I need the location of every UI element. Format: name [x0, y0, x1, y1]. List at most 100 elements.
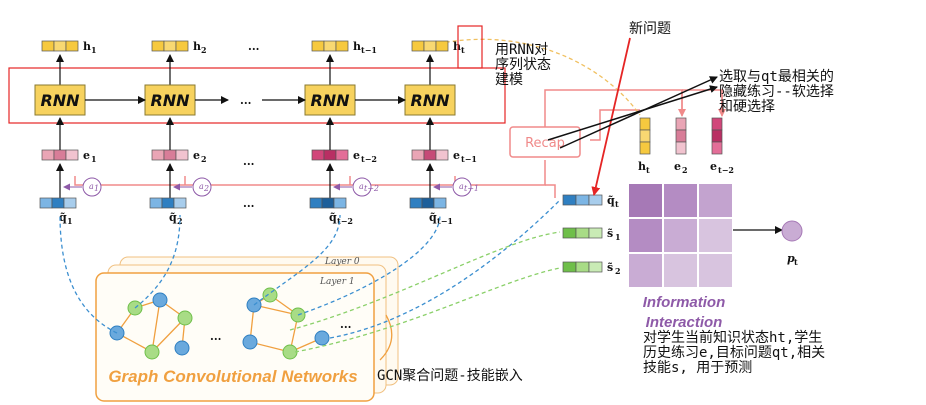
- interaction-side-vector-cell: [588, 227, 603, 239]
- interaction-matrix-cell: [662, 252, 699, 289]
- embed-sub: t−1: [461, 154, 477, 164]
- interaction-note: 对学生当前知识状态ht,学生 历史练习e,目标问题qt,相关 技能s, 用于预测: [643, 330, 826, 376]
- gcn-dots-2: ...: [340, 318, 352, 331]
- question-label: q̃: [169, 211, 177, 224]
- new-question-note: 新问题: [629, 21, 671, 37]
- embed-vector-cell: [323, 149, 337, 161]
- embed-label: e: [453, 149, 460, 162]
- hidden-vector-cell: [53, 40, 67, 52]
- embed-vector-cell: [423, 149, 437, 161]
- gcn-layer1-label: Layer 1: [319, 277, 355, 287]
- recap-label: Recap: [525, 136, 565, 151]
- rnn-cell-label: RNN: [150, 91, 190, 110]
- output-sub: t: [794, 257, 798, 267]
- question-vector-cell: [39, 197, 53, 209]
- gcn-dots-1: ...: [210, 330, 222, 343]
- question-vector-cell: [63, 197, 77, 209]
- vector-cell: [639, 117, 651, 131]
- interaction-side-vector: [562, 194, 603, 206]
- interaction-top-vector: [639, 117, 651, 155]
- output-node: [781, 220, 803, 242]
- interaction-top-label: e: [710, 160, 717, 173]
- interaction-matrix-cell: [627, 217, 664, 254]
- hidden-vector-cell: [423, 40, 437, 52]
- hidden-vector-cell: [323, 40, 337, 52]
- gcn-skill-node: [177, 310, 193, 326]
- question-vector: [309, 197, 347, 209]
- interaction-matrix-cell: [627, 182, 664, 219]
- rnn-note: 用RNN对 序列状态 建模: [495, 42, 551, 88]
- ellipsis: ...: [248, 40, 260, 53]
- interaction-side-vector-cell: [588, 261, 603, 273]
- gcn-question-node: [314, 330, 330, 346]
- interaction-side-vector-cell: [562, 261, 577, 273]
- interaction-panel: h t e 2 e t−2q̃ ts̃ 1s̃ 2p t: [562, 90, 803, 289]
- ellipsis: ...: [240, 94, 252, 107]
- question-vector-cell: [51, 197, 65, 209]
- interaction-matrix-cell: [697, 182, 734, 219]
- interaction-side-label: q̃: [607, 194, 615, 207]
- question-vector-cell: [309, 197, 323, 209]
- vector-cell: [639, 141, 651, 155]
- gcn-skill-node: [282, 344, 298, 360]
- attention-sub: 2: [203, 184, 209, 193]
- vector-cell: [711, 129, 723, 143]
- vector-cell: [639, 129, 651, 143]
- interaction-matrix-cell: [662, 217, 699, 254]
- vector-cell: [711, 117, 723, 131]
- interaction-top-vector: [711, 117, 723, 155]
- attention-sub: t−1: [464, 184, 479, 193]
- question-vector-cell: [333, 197, 347, 209]
- interaction-top-sub: 2: [682, 165, 688, 175]
- hidden-vector: [41, 40, 79, 52]
- question-vector-cell: [409, 197, 423, 209]
- vector-cell: [675, 141, 687, 155]
- embed-vector-cell: [163, 149, 177, 161]
- embed-sub: 1: [91, 154, 97, 164]
- question-label: q̃: [329, 211, 337, 224]
- interaction-side-vector: [562, 261, 603, 273]
- question-vector-cell: [149, 197, 163, 209]
- question-vector: [409, 197, 447, 209]
- question-label: q̃: [429, 211, 437, 224]
- embed-vector: [41, 149, 79, 161]
- hidden-label: h: [353, 40, 361, 53]
- embed-label: e: [353, 149, 360, 162]
- hidden-label: h: [453, 40, 461, 53]
- interaction-side-vector-cell: [562, 227, 577, 239]
- gcn-layer0-label: Layer 0: [324, 257, 360, 267]
- select-arrow-2: [559, 76, 718, 149]
- embed-sub: 2: [201, 154, 207, 164]
- interaction-top-sub: t: [646, 165, 650, 175]
- question-vector: [39, 197, 77, 209]
- embed-label: e: [83, 149, 90, 162]
- gcn-skill-node: [144, 344, 160, 360]
- question-vector-cell: [321, 197, 335, 209]
- hidden-vector-cell: [41, 40, 55, 52]
- interaction-top-label: e: [674, 160, 681, 173]
- gcn-skill-node: [262, 287, 278, 303]
- embed-vector-cell: [41, 149, 55, 161]
- attention-sub: 1: [94, 184, 99, 193]
- ellipsis: ...: [243, 197, 255, 210]
- embed-vector-cell: [435, 149, 449, 161]
- gcn-title: Graph Convolutional Networks: [108, 367, 357, 386]
- interaction-top-label: h: [638, 160, 646, 173]
- gcn-note: GCN聚合问题-技能嵌入: [377, 368, 523, 384]
- interaction-title-2: Interaction: [646, 314, 723, 331]
- embed-vector-cell: [335, 149, 349, 161]
- question-vector-cell: [433, 197, 447, 209]
- attention-sub: t−2: [364, 184, 379, 193]
- hidden-vector-cell: [411, 40, 425, 52]
- interaction-side-sub: 1: [615, 232, 621, 242]
- embed-vector: [151, 149, 189, 161]
- vector-cell: [675, 117, 687, 131]
- interaction-side-vector-cell: [575, 261, 590, 273]
- interaction-matrix-cell: [697, 252, 734, 289]
- interaction-side-vector-cell: [588, 194, 603, 206]
- interaction-top-vector: [675, 117, 687, 155]
- interaction-matrix-cell: [697, 217, 734, 254]
- hidden-sub: 2: [201, 45, 207, 55]
- hidden-vector-cell: [65, 40, 79, 52]
- embed-vector-cell: [53, 149, 67, 161]
